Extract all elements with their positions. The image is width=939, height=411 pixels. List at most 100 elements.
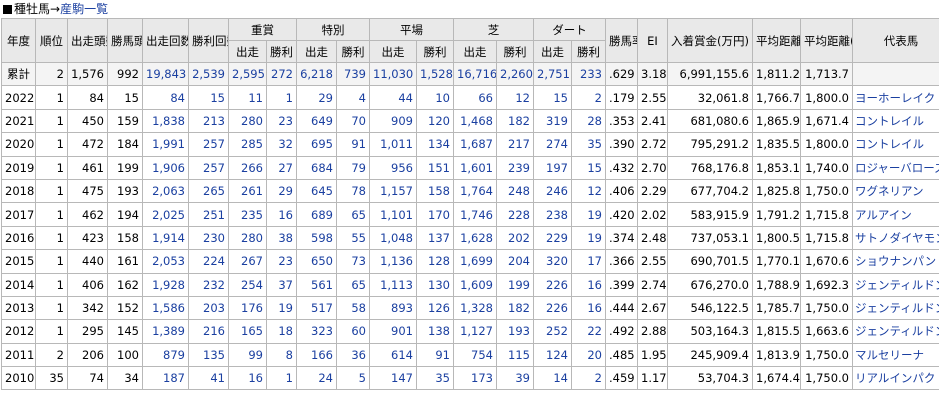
cell-flat-starts[interactable]: 147 — [369, 366, 417, 391]
cell-flat-wins[interactable]: 35 — [416, 366, 454, 391]
cell-dirt-starts-link[interactable]: 319 — [546, 114, 568, 128]
cell-starts[interactable]: 1,838 — [142, 108, 189, 134]
cell-dirt-wins[interactable]: 16 — [571, 295, 606, 321]
cell-flat-starts-link[interactable]: 893 — [391, 301, 413, 315]
title-link[interactable]: 産駒一覧 — [60, 2, 108, 16]
cell-graded-wins-link[interactable]: 38 — [278, 231, 293, 245]
cell-graded-starts-link[interactable]: 261 — [241, 184, 263, 198]
cell-rep-horse-link[interactable]: ジェンティルドンナ — [855, 301, 939, 315]
cell-flat-wins[interactable]: 170 — [416, 202, 454, 227]
cell-dirt-wins[interactable]: 233 — [571, 61, 606, 87]
cell-starts[interactable]: 1,906 — [142, 155, 189, 180]
cell-graded-starts[interactable]: 280 — [228, 225, 267, 251]
cell-special-wins[interactable]: 65 — [336, 272, 370, 297]
cell-flat-starts-link[interactable]: 147 — [391, 371, 413, 385]
cell-rep-horse-link[interactable]: ジェンティルドンナ — [855, 324, 939, 338]
cell-graded-wins[interactable]: 38 — [266, 225, 297, 251]
cell-rep-horse[interactable]: ロジャーバローズ — [852, 155, 939, 180]
cell-flat-wins[interactable]: 151 — [416, 155, 454, 180]
cell-graded-starts[interactable]: 280 — [228, 108, 267, 134]
cell-graded-wins[interactable]: 19 — [266, 295, 297, 321]
cell-starts-link[interactable]: 2,063 — [152, 184, 185, 198]
cell-wins[interactable]: 203 — [188, 295, 229, 321]
cell-starts-link[interactable]: 1,914 — [152, 231, 185, 245]
cell-dirt-wins-link[interactable]: 22 — [587, 324, 602, 338]
cell-turf-wins-link[interactable]: 199 — [508, 278, 530, 292]
cell-turf-starts-link[interactable]: 1,628 — [460, 231, 493, 245]
cell-turf-wins[interactable]: 202 — [496, 225, 534, 251]
cell-rep-horse[interactable]: サトノダイヤモンド — [852, 225, 939, 251]
cell-dirt-wins-link[interactable]: 15 — [587, 161, 602, 175]
cell-rep-horse[interactable]: ジェンティルドンナ — [852, 319, 939, 344]
cell-dirt-starts-link[interactable]: 274 — [546, 137, 568, 151]
cell-flat-wins-link[interactable]: 151 — [428, 161, 450, 175]
cell-dirt-wins-link[interactable]: 2 — [595, 371, 602, 385]
cell-starts-link[interactable]: 1,838 — [152, 114, 185, 128]
cell-turf-wins-link[interactable]: 239 — [508, 161, 530, 175]
cell-turf-wins[interactable]: 39 — [496, 366, 534, 391]
cell-flat-starts-link[interactable]: 1,136 — [380, 254, 413, 268]
cell-graded-wins[interactable]: 16 — [266, 202, 297, 227]
cell-graded-wins-link[interactable]: 19 — [278, 301, 293, 315]
cell-special-wins-link[interactable]: 65 — [351, 278, 366, 292]
cell-wins[interactable]: 257 — [188, 132, 229, 157]
cell-turf-wins[interactable]: 204 — [496, 249, 534, 274]
cell-graded-wins-link[interactable]: 29 — [278, 184, 293, 198]
cell-turf-wins-link[interactable]: 204 — [508, 254, 530, 268]
cell-graded-wins[interactable]: 1 — [266, 366, 297, 391]
cell-graded-wins[interactable]: 29 — [266, 178, 297, 204]
cell-graded-wins[interactable]: 8 — [266, 342, 297, 368]
cell-rep-horse[interactable]: アルアイン — [852, 202, 939, 227]
cell-flat-starts-link[interactable]: 1,048 — [380, 231, 413, 245]
cell-dirt-starts[interactable]: 15 — [533, 85, 572, 110]
cell-special-wins-link[interactable]: 5 — [359, 371, 366, 385]
cell-wins[interactable]: 232 — [188, 272, 229, 297]
cell-starts-link[interactable]: 187 — [163, 371, 185, 385]
cell-graded-wins[interactable]: 27 — [266, 155, 297, 180]
cell-turf-wins-link[interactable]: 182 — [508, 301, 530, 315]
cell-rep-horse-link[interactable]: ヨーホーレイク — [855, 91, 935, 105]
cell-special-wins[interactable]: 55 — [336, 225, 370, 251]
cell-starts[interactable]: 1,928 — [142, 272, 189, 297]
cell-wins-link[interactable]: 135 — [203, 348, 225, 362]
cell-rep-horse[interactable]: ワグネリアン — [852, 178, 939, 204]
cell-dirt-starts[interactable]: 197 — [533, 155, 572, 180]
cell-wins-link[interactable]: 257 — [203, 161, 225, 175]
cell-dirt-starts[interactable]: 226 — [533, 272, 572, 297]
cell-special-wins-link[interactable]: 78 — [351, 184, 366, 198]
cell-starts-link[interactable]: 84 — [170, 91, 185, 105]
cell-flat-wins-link[interactable]: 120 — [428, 114, 450, 128]
cell-flat-starts[interactable]: 901 — [369, 319, 417, 344]
cell-wins-link[interactable]: 216 — [203, 324, 225, 338]
cell-wins[interactable]: 15 — [188, 85, 229, 110]
cell-special-starts[interactable]: 166 — [296, 342, 337, 368]
cell-dirt-wins-link[interactable]: 35 — [587, 137, 602, 151]
cell-rep-horse-link[interactable]: ロジャーバローズ — [855, 161, 939, 175]
cell-graded-wins-link[interactable]: 37 — [278, 278, 293, 292]
cell-turf-wins-link[interactable]: 39 — [515, 371, 530, 385]
cell-special-starts[interactable]: 29 — [296, 85, 337, 110]
cell-special-starts-link[interactable]: 689 — [311, 208, 333, 222]
cell-rep-horse[interactable]: コントレイル — [852, 132, 939, 157]
cell-dirt-starts[interactable]: 252 — [533, 319, 572, 344]
cell-flat-starts-link[interactable]: 44 — [398, 91, 413, 105]
cell-dirt-wins[interactable]: 15 — [571, 155, 606, 180]
cell-graded-starts[interactable]: 235 — [228, 202, 267, 227]
cell-graded-wins-link[interactable]: 8 — [286, 348, 293, 362]
cell-turf-wins[interactable]: 199 — [496, 272, 534, 297]
cell-dirt-wins-link[interactable]: 19 — [587, 231, 602, 245]
cell-flat-starts[interactable]: 1,101 — [369, 202, 417, 227]
cell-turf-wins-link[interactable]: 248 — [508, 184, 530, 198]
cell-turf-starts-link[interactable]: 16,716 — [457, 67, 496, 81]
cell-wins[interactable]: 224 — [188, 249, 229, 274]
cell-graded-wins[interactable]: 23 — [266, 249, 297, 274]
cell-wins-link[interactable]: 41 — [210, 371, 225, 385]
cell-dirt-wins-link[interactable]: 17 — [587, 254, 602, 268]
cell-special-starts-link[interactable]: 684 — [311, 161, 333, 175]
cell-graded-wins-link[interactable]: 16 — [278, 208, 293, 222]
cell-flat-wins[interactable]: 130 — [416, 272, 454, 297]
cell-special-wins[interactable]: 70 — [336, 108, 370, 134]
cell-dirt-starts[interactable]: 274 — [533, 132, 572, 157]
cell-flat-wins[interactable]: 134 — [416, 132, 454, 157]
cell-dirt-starts-link[interactable]: 197 — [546, 161, 568, 175]
